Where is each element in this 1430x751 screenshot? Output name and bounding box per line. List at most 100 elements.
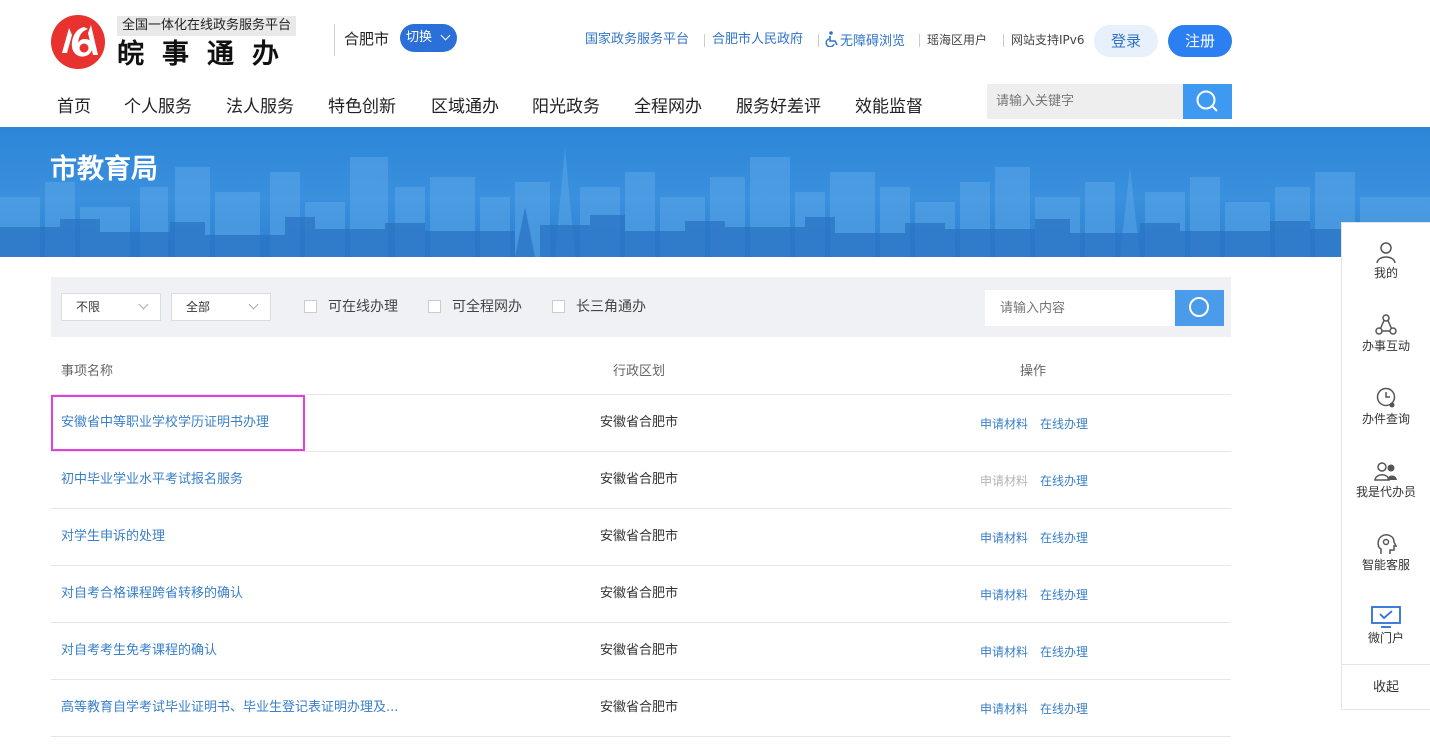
- materials-link[interactable]: 申请材料: [980, 643, 1028, 661]
- nav-item-home[interactable]: 首页: [57, 92, 91, 122]
- item-region: 安徽省合肥市: [600, 643, 679, 658]
- nav-item-personal[interactable]: 个人服务: [124, 92, 192, 122]
- page: 全国一体化在线政务服务平台 皖事通办 合肥市 切换 国家政务服务平台 合肥市人民…: [0, 0, 1430, 751]
- divider: [919, 34, 920, 47]
- item-region: 安徽省合肥市: [600, 529, 679, 544]
- sidebar-item-service[interactable]: 智能客服: [1342, 522, 1430, 594]
- full-online-checkbox[interactable]: [428, 300, 441, 313]
- divider: [1003, 34, 1004, 47]
- sidebar-item-label: 办事互动: [1361, 339, 1410, 353]
- online-apply-link[interactable]: 在线办理: [1040, 643, 1088, 661]
- keyword-search-input[interactable]: [987, 84, 1183, 119]
- wheelchair-icon: [825, 31, 838, 47]
- chevron-down-icon: [440, 30, 451, 41]
- current-city: 合肥市: [344, 30, 390, 48]
- category-select[interactable]: 全部: [171, 293, 271, 321]
- column-header-name: 事项名称: [61, 364, 114, 379]
- divider: [51, 622, 1231, 623]
- link-national-platform[interactable]: 国家政务服务平台: [585, 31, 689, 49]
- register-button[interactable]: 注册: [1168, 25, 1232, 57]
- sidebar-item-interaction[interactable]: 办事互动: [1342, 303, 1430, 375]
- item-name-link[interactable]: 对自考合格课程跨省转移的确认: [61, 585, 243, 603]
- sidebar-item-label: 微门户: [1367, 631, 1404, 645]
- nav-item-online[interactable]: 全程网办: [634, 92, 702, 122]
- banner: 市教育局: [0, 127, 1430, 257]
- item-region: 安徽省合肥市: [600, 415, 679, 430]
- online-apply-link[interactable]: 在线办理: [1040, 529, 1088, 547]
- full-online-checkbox-label[interactable]: 可全程网办: [452, 298, 522, 316]
- region-select[interactable]: 不限: [61, 293, 161, 321]
- content-search-button[interactable]: [1175, 290, 1224, 326]
- logo-icon: [51, 15, 105, 69]
- city-switch-label: 切换: [406, 30, 433, 45]
- item-name-link[interactable]: 对学生申诉的处理: [61, 528, 165, 546]
- yangtze-delta-checkbox[interactable]: [552, 300, 565, 313]
- divider: [51, 451, 1231, 452]
- yangtze-delta-checkbox-label[interactable]: 长三角通办: [576, 298, 646, 316]
- item-region: 安徽省合肥市: [600, 700, 679, 715]
- accessible-label: 无障碍浏览: [840, 34, 906, 49]
- sidebar-collapse-button[interactable]: 收起: [1342, 664, 1430, 710]
- online-apply-link[interactable]: 在线办理: [1040, 415, 1088, 433]
- materials-link[interactable]: 申请材料: [980, 415, 1028, 433]
- city-switch-button[interactable]: 切换: [400, 24, 457, 52]
- nav-item-evaluation[interactable]: 服务好差评: [736, 92, 821, 122]
- nav-item-innovation[interactable]: 特色创新: [328, 92, 396, 122]
- login-button[interactable]: 登录: [1094, 25, 1158, 57]
- link-city-government[interactable]: 合肥市人民政府: [712, 31, 803, 49]
- keyword-search-button[interactable]: [1183, 84, 1232, 119]
- item-name-link[interactable]: 高等教育自学考试毕业证明书、毕业生登记表证明办理及...: [61, 699, 398, 717]
- nav-item-supervision[interactable]: 效能监督: [855, 92, 923, 122]
- divider: [704, 34, 705, 47]
- brain-icon: [1377, 534, 1398, 554]
- district-user-label: 瑶海区用户: [927, 33, 988, 47]
- users-icon: [1374, 462, 1397, 481]
- network-icon: [1375, 314, 1397, 335]
- online-checkbox-label[interactable]: 可在线办理: [328, 298, 398, 316]
- page-title: 市教育局: [50, 154, 158, 185]
- divider: [334, 24, 335, 56]
- divider: [51, 394, 1231, 395]
- materials-link[interactable]: 申请材料: [980, 529, 1028, 547]
- nav-item-regional[interactable]: 区域通办: [431, 92, 499, 122]
- ipv6-label: 网站支持IPv6: [1011, 33, 1085, 47]
- item-name-link[interactable]: 初中毕业学业水平考试报名服务: [61, 471, 243, 489]
- item-name-link[interactable]: 对自考考生免考课程的确认: [61, 642, 217, 660]
- online-apply-link[interactable]: 在线办理: [1040, 586, 1088, 604]
- divider: [51, 565, 1231, 566]
- item-region: 安徽省合肥市: [600, 586, 679, 601]
- sidebar-item-query[interactable]: 办件查询: [1342, 376, 1430, 448]
- clock-icon: [1376, 387, 1396, 408]
- materials-link: 申请材料: [980, 474, 1029, 488]
- materials-link[interactable]: 申请材料: [980, 700, 1028, 718]
- category-select-value: 全部: [186, 300, 211, 314]
- divider: [818, 34, 819, 47]
- divider: [51, 736, 1231, 737]
- divider: [51, 679, 1231, 680]
- filter-bar: 不限 全部 可在线办理 可全程网办 长三角通办: [51, 277, 1231, 337]
- chevron-down-icon: [138, 299, 149, 310]
- logo-subtitle: 全国一体化在线政务服务平台: [117, 16, 297, 36]
- divider: [51, 508, 1231, 509]
- nav-item-corporate[interactable]: 法人服务: [226, 92, 294, 122]
- monitor-icon: [1371, 606, 1401, 628]
- materials-link[interactable]: 申请材料: [980, 586, 1028, 604]
- sidebar-item-micro-portal[interactable]: 微门户: [1342, 595, 1430, 667]
- sidebar-item-label: 智能客服: [1361, 558, 1410, 572]
- user-icon: [1376, 242, 1396, 264]
- sidebar-item-label: 我是代办员: [1355, 485, 1416, 499]
- city-skyline-image: [0, 147, 1430, 257]
- region-select-value: 不限: [76, 300, 101, 314]
- item-region: 安徽省合肥市: [600, 472, 679, 487]
- link-accessible-browsing[interactable]: 无障碍浏览: [825, 31, 905, 51]
- content-search-input[interactable]: [985, 290, 1175, 326]
- online-apply-link[interactable]: 在线办理: [1040, 700, 1088, 718]
- sidebar-item-agent[interactable]: 我是代办员: [1342, 449, 1430, 521]
- item-name-link[interactable]: 安徽省中等职业学校学历证明书办理: [61, 414, 269, 432]
- nav-item-sunshine[interactable]: 阳光政务: [532, 92, 600, 122]
- online-checkbox[interactable]: [304, 300, 317, 313]
- online-apply-link[interactable]: 在线办理: [1040, 472, 1088, 490]
- sidebar-item-mine[interactable]: 我的: [1342, 230, 1430, 302]
- column-header-region: 行政区划: [613, 364, 666, 379]
- search-icon: [1189, 297, 1209, 317]
